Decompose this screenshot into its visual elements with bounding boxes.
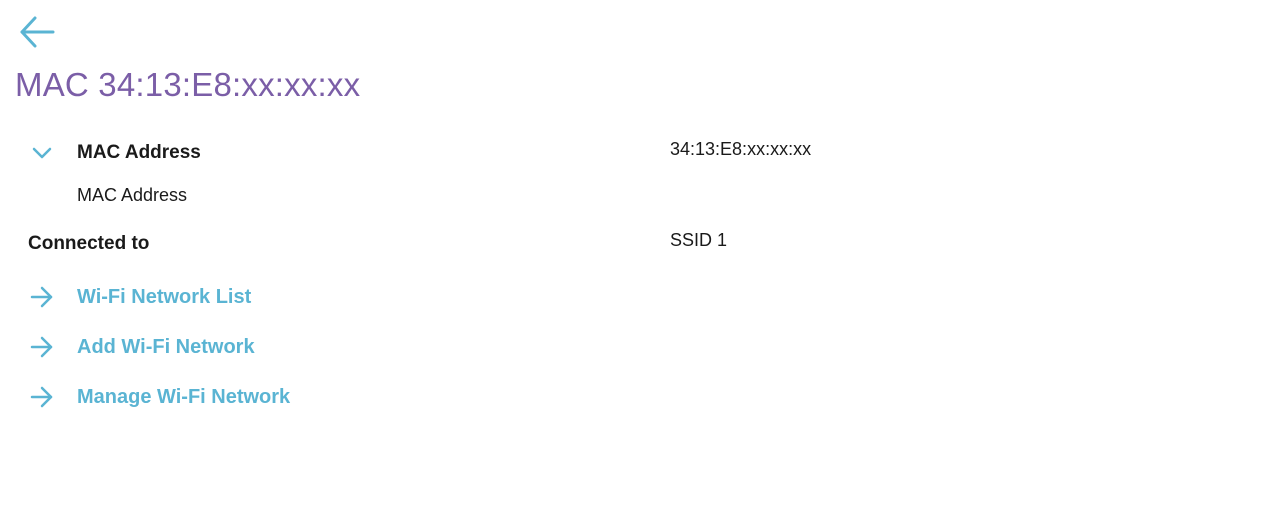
arrow-left-icon [20,16,55,48]
manage-wifi-network-link[interactable]: Manage Wi-Fi Network [30,382,290,412]
mac-address-label: MAC Address [77,142,201,163]
manage-wifi-network-label: Manage Wi-Fi Network [77,385,291,408]
device-detail-page: MAC 34:13:E8:xx:xx:xx MAC Address 34:13:… [0,0,1266,509]
arrow-right-icon [30,286,53,308]
arrow-right-icon [30,336,53,358]
wifi-network-list-link[interactable]: Wi-Fi Network List [30,282,251,312]
page-title: MAC 34:13:E8:xx:xx:xx [15,66,361,103]
mac-address-value: 34:13:E8:xx:xx:xx [670,139,812,159]
arrow-right-icon [30,386,53,408]
connected-to-value: SSID 1 [670,230,728,250]
chevron-down-icon [32,147,52,159]
add-wifi-network-link[interactable]: Add Wi-Fi Network [30,332,255,362]
connected-to-label: Connected to [28,233,150,254]
wifi-network-list-label: Wi-Fi Network List [77,285,252,308]
back-button[interactable] [18,14,56,52]
mac-address-sub-label: MAC Address [77,185,188,205]
expand-toggle[interactable] [32,146,52,160]
add-wifi-network-label: Add Wi-Fi Network [77,335,255,358]
